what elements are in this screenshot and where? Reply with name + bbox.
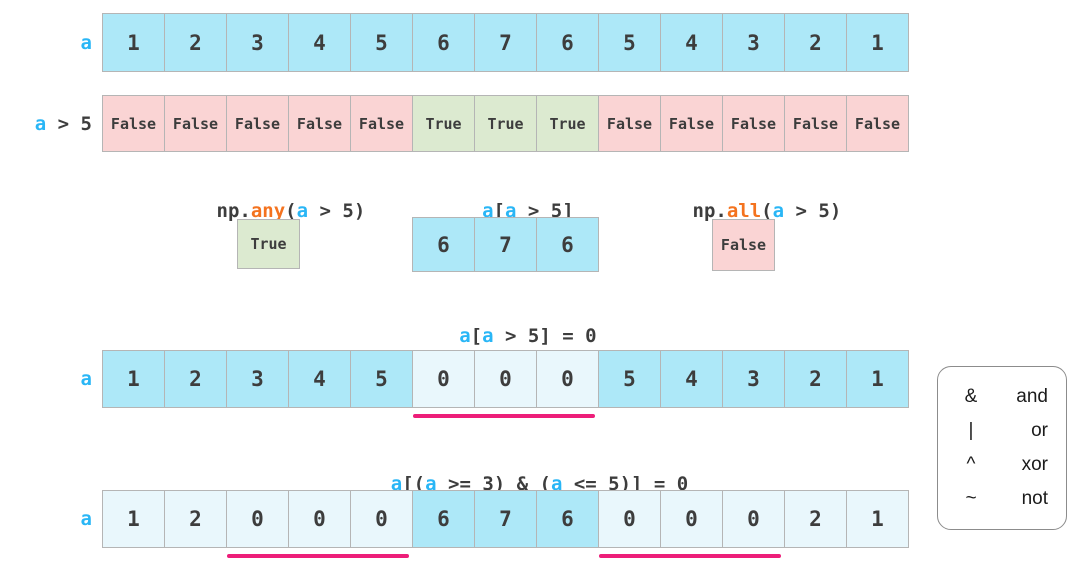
array-cell: 3: [723, 14, 784, 71]
row-label-assign-range-var: a: [80, 508, 92, 530]
array-cell: 4: [289, 351, 350, 407]
result-np-all: False: [712, 219, 775, 271]
legend-operator-word: not: [1021, 488, 1048, 509]
legend-row: & and: [956, 380, 1048, 414]
array-cell: False: [785, 96, 846, 151]
result-np-all-value: False: [720, 236, 767, 254]
array-cell: 5: [351, 14, 412, 71]
array-cell: 6: [537, 491, 598, 547]
array-cell: 3: [227, 351, 288, 407]
row-label-a-var: a: [80, 31, 92, 54]
diagram-canvas: a 1234567654321 a > 5 False False False Fal…: [0, 0, 1080, 575]
array-cell: 1: [103, 351, 164, 407]
array-cell: 2: [785, 491, 846, 547]
legend-operator-symbol: ^: [966, 454, 976, 475]
assign-gt-bracket-open: [: [470, 325, 483, 347]
array-cell: False: [103, 96, 164, 151]
array-cell: 0: [351, 491, 412, 547]
array-cell: 2: [165, 351, 226, 407]
array-cell: 7: [475, 14, 536, 71]
array-cell: False: [847, 96, 908, 151]
array-cell: 4: [661, 351, 722, 407]
array-cell: 6: [413, 218, 474, 271]
array-cell: True: [537, 96, 598, 151]
array-cell: False: [723, 96, 784, 151]
result-np-any-value: True: [250, 235, 287, 253]
array-cell: False: [351, 96, 412, 151]
array-cell: 6: [537, 14, 598, 71]
array-assign-gt: 1234500054321: [102, 350, 909, 408]
assign-gt-rest: > 5] = 0: [493, 325, 597, 347]
array-cell: 3: [227, 14, 288, 71]
array-cell: False: [227, 96, 288, 151]
legend-row: ^ xor: [956, 448, 1048, 482]
row-label-assign-range: a: [0, 490, 92, 548]
row-label-assign-gt: a: [0, 350, 92, 408]
array-selected: 676: [412, 217, 599, 272]
result-np-any: True: [237, 219, 300, 269]
array-cell: 1: [847, 14, 908, 71]
array-cell: False: [289, 96, 350, 151]
legend-operator-word: or: [1031, 420, 1048, 441]
array-cell: True: [413, 96, 474, 151]
array-assign-range: 1200067600021: [102, 490, 909, 548]
array-cell: False: [599, 96, 660, 151]
array-cell: 0: [723, 491, 784, 547]
legend-operator-symbol: |: [968, 420, 974, 441]
array-cell: 6: [413, 491, 474, 547]
row-label-mask-var: a: [34, 112, 47, 135]
any-rest: > 5): [308, 200, 366, 222]
array-cell: 5: [599, 14, 660, 71]
legend-operator-word: and: [1016, 386, 1048, 407]
array-cell: 1: [847, 351, 908, 407]
array-cell: 2: [165, 491, 226, 547]
array-cell: 0: [661, 491, 722, 547]
legend-operator-symbol: ~: [965, 488, 977, 509]
array-cell: 3: [723, 351, 784, 407]
row-label-assign-gt-var: a: [80, 368, 92, 390]
highlight-underline: [599, 554, 781, 558]
array-cell: 0: [475, 351, 536, 407]
row-label-mask: a > 5: [0, 95, 92, 152]
array-cell: 4: [661, 14, 722, 71]
row-label-mask-op: > 5: [46, 112, 92, 135]
array-cell: 0: [413, 351, 474, 407]
array-cell: 2: [785, 351, 846, 407]
array-a: 1234567654321: [102, 13, 909, 72]
legend-row: | or: [956, 414, 1048, 448]
array-cell: 7: [475, 218, 536, 271]
array-cell: 6: [413, 14, 474, 71]
array-cell: 0: [289, 491, 350, 547]
array-cell: 2: [165, 14, 226, 71]
row-label-a: a: [0, 13, 92, 72]
legend-row: ~ not: [956, 482, 1048, 516]
array-cell: False: [165, 96, 226, 151]
array-cell: 0: [227, 491, 288, 547]
array-cell: False: [661, 96, 722, 151]
array-cell: 1: [847, 491, 908, 547]
array-cell: 5: [351, 351, 412, 407]
highlight-underline: [227, 554, 409, 558]
assign-gt-var1: a: [459, 325, 471, 347]
all-rest: > 5): [784, 200, 842, 222]
array-cell: 5: [599, 351, 660, 407]
legend-operator-symbol: &: [964, 386, 978, 407]
operator-legend: & and | or ^ xor ~ not: [937, 366, 1067, 530]
array-cell: 1: [103, 491, 164, 547]
array-cell: True: [475, 96, 536, 151]
array-cell: 0: [599, 491, 660, 547]
array-mask: False False False False False True True True Fal…: [102, 95, 909, 152]
highlight-underline: [413, 414, 595, 418]
array-cell: 1: [103, 14, 164, 71]
array-cell: 2: [785, 14, 846, 71]
array-cell: 7: [475, 491, 536, 547]
legend-operator-word: xor: [1021, 454, 1048, 475]
array-cell: 4: [289, 14, 350, 71]
array-cell: 6: [537, 218, 598, 271]
assign-gt-var2: a: [482, 325, 494, 347]
array-cell: 0: [537, 351, 598, 407]
